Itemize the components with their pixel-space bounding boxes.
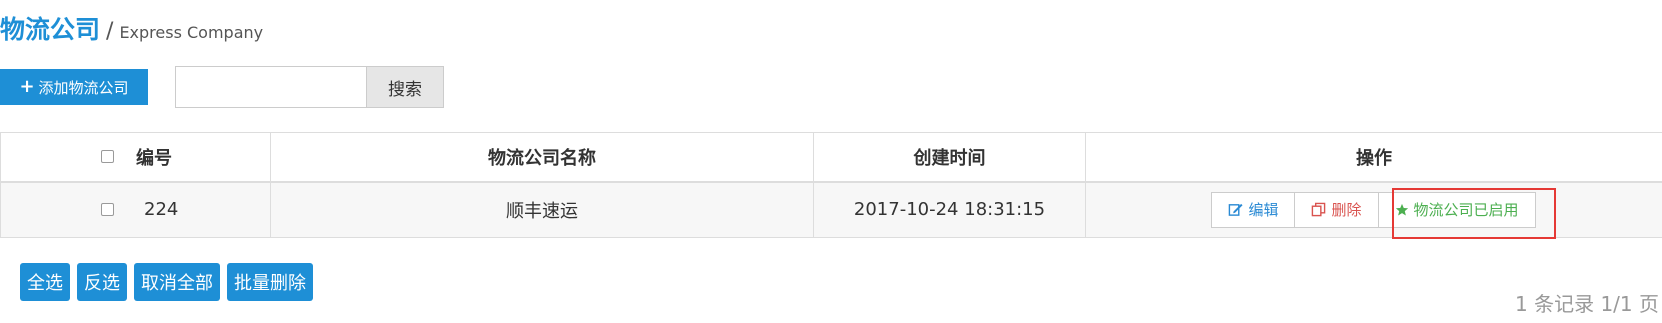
cell-actions: 编辑 删除 物流公司已启用 (1085, 181, 1662, 238)
column-header-actions: 操作 (1085, 132, 1662, 183)
company-enabled-button[interactable]: 物流公司已启用 (1377, 191, 1536, 228)
cell-created: 2017-10-24 18:31:15 (813, 181, 1086, 238)
deselect-all-button[interactable]: 取消全部 (134, 263, 220, 301)
table-row: 224 顺丰速运 2017-10-24 18:31:15 编辑 删除 物流公司已… (0, 181, 1662, 238)
row-actions: 编辑 删除 物流公司已启用 (1211, 191, 1536, 228)
pagination-info: 1 条记录 1/1 页 (1515, 292, 1659, 316)
search-input[interactable] (175, 66, 367, 108)
company-enabled-label: 物流公司已启用 (1413, 201, 1519, 220)
page-header: 物流公司 / Express Company (0, 10, 263, 46)
invert-selection-button[interactable]: 反选 (77, 263, 127, 301)
page-title: 物流公司 (0, 15, 101, 44)
edit-label: 编辑 (1248, 201, 1279, 220)
title-separator: / (106, 19, 114, 44)
row-checkbox[interactable] (101, 203, 114, 217)
delete-label: 删除 (1331, 201, 1362, 220)
select-all-button[interactable]: 全选 (20, 263, 70, 301)
toolbar: + 添加物流公司 搜索 (0, 66, 460, 110)
column-id-label: 编号 (136, 147, 172, 169)
row-id: 224 (144, 199, 179, 221)
copy-icon (1312, 202, 1326, 217)
star-icon (1395, 203, 1408, 216)
add-company-button[interactable]: + 添加物流公司 (0, 69, 148, 105)
edit-button[interactable]: 编辑 (1211, 191, 1296, 228)
delete-button[interactable]: 删除 (1294, 191, 1379, 228)
search-button[interactable]: 搜索 (367, 66, 444, 108)
table-header-row: 编号 物流公司名称 创建时间 操作 (0, 132, 1662, 183)
cell-id: 224 (0, 181, 271, 238)
select-all-checkbox[interactable] (101, 150, 114, 164)
cell-name: 顺丰速运 (270, 181, 814, 238)
page-subtitle: Express Company (119, 23, 264, 42)
plus-icon: + (19, 76, 35, 97)
edit-icon (1229, 204, 1243, 217)
batch-delete-button[interactable]: 批量删除 (227, 263, 313, 301)
column-header-id: 编号 (0, 132, 271, 183)
column-header-created: 创建时间 (813, 132, 1086, 183)
column-header-name: 物流公司名称 (270, 132, 814, 183)
bulk-actions: 全选 反选 取消全部 批量删除 (20, 263, 313, 301)
company-table: 编号 物流公司名称 创建时间 操作 224 顺丰速运 2017-10-24 18… (0, 132, 1662, 238)
add-company-label: 添加物流公司 (38, 78, 129, 97)
